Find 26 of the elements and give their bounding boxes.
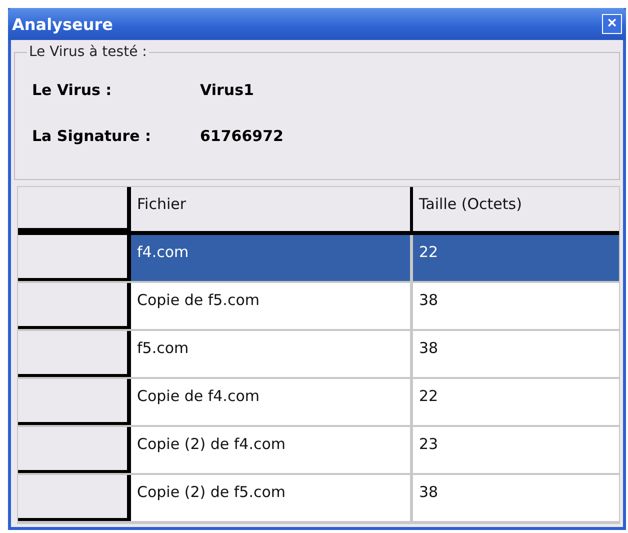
table-cell-text: 23 — [418, 434, 440, 455]
row-header[interactable] — [18, 427, 131, 473]
table-cell-text: 38 — [418, 338, 440, 359]
table-cell-text: 22 — [418, 386, 440, 407]
table-cell: Copie (2) de f5.com — [131, 475, 413, 521]
close-button[interactable]: × — [602, 14, 622, 34]
field-label: Le Virus : — [32, 81, 113, 99]
row-header[interactable] — [18, 379, 131, 425]
row-header[interactable] — [18, 235, 131, 281]
field-value: Virus1 — [200, 81, 254, 99]
field-value: 61766972 — [200, 127, 284, 145]
table-cell: Copie (2) de f4.com — [131, 427, 413, 473]
table-cell: f5.com — [131, 331, 413, 377]
table-cell: Copie de f5.com — [131, 283, 413, 329]
row-header[interactable] — [18, 331, 131, 377]
column-header[interactable]: Taille (Octets) — [413, 187, 619, 231]
row-header[interactable] — [18, 283, 131, 329]
table-cell: f4.com — [131, 235, 413, 281]
table-cell-text: 38 — [418, 482, 440, 503]
field-label: La Signature : — [32, 127, 152, 145]
table-cell: Copie de f4.com — [131, 379, 413, 425]
table-cell: 22 — [413, 235, 619, 281]
table-cell-text: 38 — [418, 290, 440, 311]
column-header[interactable]: Fichier — [131, 187, 413, 231]
window-title: Analyseure — [12, 14, 113, 34]
row-header[interactable] — [18, 475, 131, 521]
